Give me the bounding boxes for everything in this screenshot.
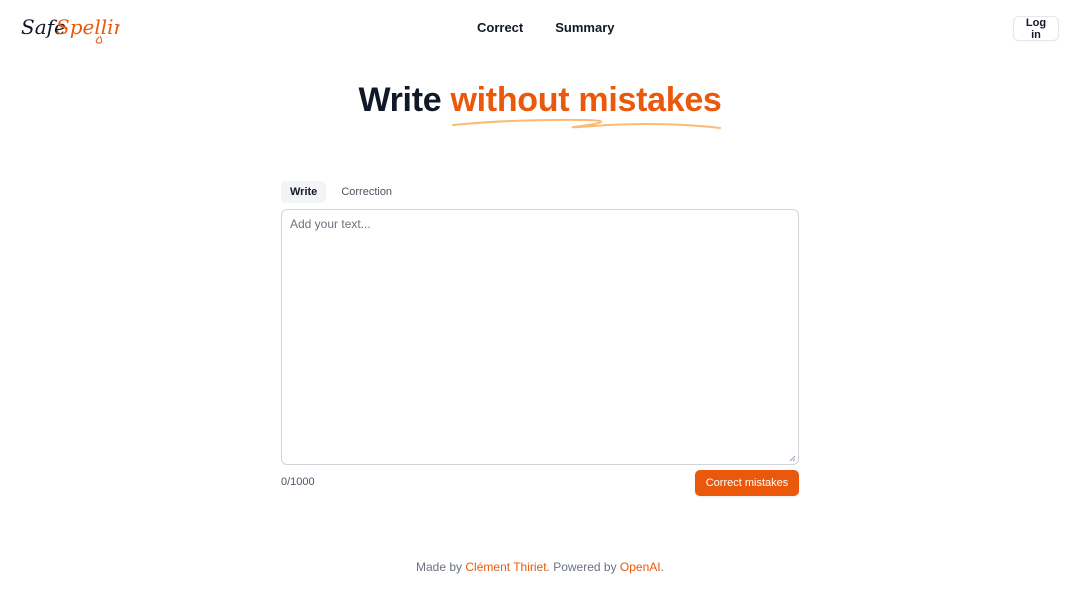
title-plain: Write: [358, 81, 442, 119]
title-accent: without mistakes: [450, 78, 722, 129]
editor-tabs: Write Correction: [281, 181, 401, 203]
title-accent-text: without mistakes: [450, 81, 722, 119]
text-editor: [281, 209, 799, 465]
tab-correction[interactable]: Correction: [332, 181, 401, 203]
text-input[interactable]: [282, 210, 798, 464]
hand-drawn-underline-icon: [451, 118, 721, 129]
svg-text:Spelling: Spelling: [56, 15, 120, 39]
resize-grip-icon[interactable]: [789, 455, 796, 462]
logo-wordmark: Safe Spelling: [21, 15, 120, 44]
nav-link-correct[interactable]: Correct: [477, 20, 523, 35]
character-counter: 0/1000: [281, 476, 315, 488]
footer: Made by Clément Thiriet. Powered by Open…: [0, 560, 1080, 574]
correct-mistakes-button[interactable]: Correct mistakes: [695, 470, 799, 496]
tab-write[interactable]: Write: [281, 181, 327, 203]
hero: Write without mistakes: [0, 78, 1080, 129]
footer-made-by: Made by: [416, 560, 463, 574]
nav-link-summary[interactable]: Summary: [555, 20, 614, 35]
site-header: Safe Spelling Correct Summary Log in: [0, 0, 1080, 56]
main-nav: Correct Summary: [477, 20, 615, 35]
author-link[interactable]: Clément Thiriet: [465, 560, 546, 574]
openai-link[interactable]: OpenAI: [620, 560, 661, 574]
login-button[interactable]: Log in: [1013, 16, 1059, 41]
safe-spelling-logo[interactable]: Safe Spelling: [20, 10, 120, 44]
page-title: Write without mistakes: [0, 78, 1080, 129]
footer-suffix: .: [660, 560, 664, 574]
footer-powered-by: . Powered by: [546, 560, 617, 574]
